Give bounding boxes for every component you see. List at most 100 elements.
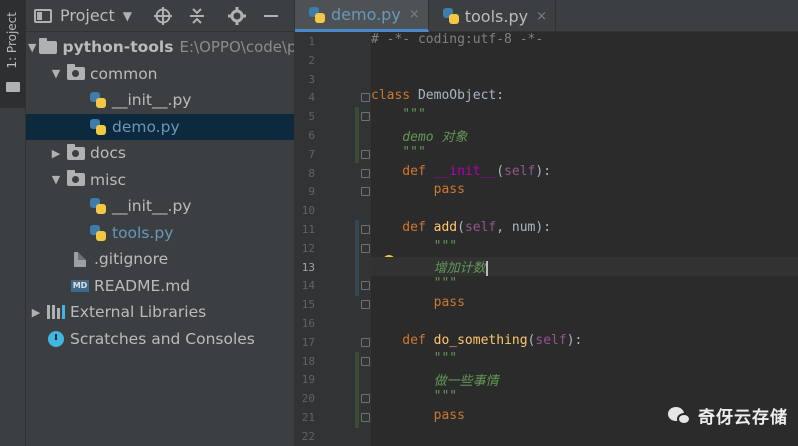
expanded-arrow-icon[interactable]: ▼ [48, 67, 64, 80]
fold-marker-icon[interactable] [361, 300, 370, 309]
collapsed-arrow-icon[interactable]: ▶ [48, 147, 64, 160]
code-area[interactable]: # -*- coding:utf-8 -*- class DemoObject:… [371, 32, 798, 446]
collapse-icon [189, 7, 204, 24]
fold-marker-icon[interactable] [361, 281, 370, 290]
project-view-selector[interactable]: Project [60, 6, 115, 25]
python-file-icon [309, 6, 325, 23]
line-number-gutter[interactable]: 1 2 3 4 5 6 7 8 9 10 11 12 13 14 15 16 1… [295, 32, 371, 446]
tab-tools-py[interactable]: tools.py × [429, 0, 556, 32]
paren-token: ): [535, 164, 552, 179]
fold-marker-icon[interactable] [361, 187, 370, 196]
code-line-14: """ [371, 276, 458, 291]
fold-marker-icon[interactable] [361, 225, 370, 234]
tab-demo-py[interactable]: demo.py × [295, 0, 429, 32]
code-line-11: def add(self, num): [371, 220, 551, 239]
close-icon[interactable]: × [536, 9, 547, 24]
code-line-9: pass [371, 182, 465, 197]
text-file-icon [74, 251, 86, 267]
code-line-5: """ [371, 107, 426, 122]
project-tool-tab-label: 1: Project [5, 12, 19, 69]
tree-item-python-tools[interactable]: ▼ python-tools E:\OPPO\code\p [26, 34, 294, 61]
project-view-icon [34, 8, 52, 23]
text-caret [485, 261, 488, 276]
tree-item-label: tools.py [112, 223, 174, 242]
markdown-file-icon: MD [71, 279, 89, 292]
editor-tabs: demo.py × tools.py × [295, 0, 798, 32]
tree-item-demo-py[interactable]: demo.py [26, 113, 294, 140]
fold-marker-icon[interactable] [361, 413, 370, 422]
hide-panel-button[interactable] [260, 5, 282, 27]
settings-button[interactable] [226, 5, 248, 27]
code-line-19: 做一些事情 [371, 374, 499, 389]
fold-marker-icon[interactable] [361, 93, 370, 102]
vcs-change-marker[interactable] [355, 107, 359, 163]
expanded-arrow-icon[interactable]: ▼ [48, 173, 64, 186]
library-icon [47, 305, 65, 320]
tree-item-label: __init__.py [112, 197, 192, 216]
code-line-20: """ [371, 389, 458, 404]
close-icon[interactable]: × [409, 7, 420, 22]
tree-item-label: misc [90, 170, 127, 189]
tree-item-label: Scratches and Consoles [70, 329, 255, 348]
project-tree: ▼ python-tools E:\OPPO\code\p ▼ common _… [26, 32, 294, 352]
code-line-17: def do_something(self): [371, 333, 582, 352]
fold-marker-icon[interactable] [361, 394, 370, 403]
folder-icon [39, 37, 58, 54]
line-number: 9 [308, 185, 315, 198]
line-number: 1 [308, 35, 315, 48]
tree-item-misc-init[interactable]: __init__.py [26, 193, 294, 220]
tree-item-label: python-tools [62, 38, 174, 57]
locate-file-button[interactable] [152, 5, 174, 27]
line-number: 11 [301, 223, 315, 236]
fold-marker-icon[interactable] [361, 150, 370, 159]
tree-item-common[interactable]: ▼ common [26, 61, 294, 88]
self-token: self [535, 333, 567, 348]
tree-item-external-libraries[interactable]: ▶ External Libraries [26, 299, 294, 326]
code-line-21: pass [371, 408, 465, 423]
tree-item-readme[interactable]: MD README.md [26, 273, 294, 300]
tree-item-label: docs [90, 144, 126, 163]
comment-token: # -*- coding:utf-8 -*- [371, 32, 544, 47]
line-number: 3 [308, 73, 315, 86]
keyword-token: def [371, 164, 426, 179]
folder-icon [6, 82, 20, 92]
keyword-token: def [371, 333, 426, 348]
editor-area: demo.py × tools.py × 1 2 3 4 5 6 7 8 9 1… [294, 0, 798, 446]
watermark-text: 奇伢云存储 [698, 408, 788, 428]
fold-marker-icon[interactable] [361, 112, 370, 121]
vcs-change-marker[interactable] [355, 352, 359, 428]
collapsed-arrow-icon[interactable]: ▶ [28, 306, 44, 319]
tree-item-label: demo.py [112, 117, 180, 136]
tool-window-strip: 1: Project [0, 0, 26, 446]
tree-item-misc[interactable]: ▼ misc [26, 167, 294, 194]
function-name-token: add [433, 220, 458, 235]
fold-marker-icon[interactable] [361, 169, 370, 178]
vcs-change-marker[interactable] [355, 220, 359, 296]
python-file-icon [90, 198, 106, 215]
fold-marker-icon[interactable] [361, 244, 370, 253]
line-number-current: 13 [301, 261, 315, 274]
chevron-down-icon[interactable]: ▼ [123, 9, 132, 23]
minimize-icon [263, 14, 278, 17]
line-number: 10 [301, 204, 315, 217]
tree-item-common-init[interactable]: __init__.py [26, 87, 294, 114]
expanded-arrow-icon[interactable]: ▼ [28, 41, 36, 54]
line-number: 20 [301, 392, 315, 405]
line-number: 5 [308, 110, 315, 123]
tree-item-docs[interactable]: ▶ docs [26, 140, 294, 167]
tree-item-label: README.md [94, 276, 191, 295]
collapse-all-button[interactable] [186, 5, 208, 27]
self-token: self [464, 220, 497, 235]
tree-item-label: External Libraries [70, 303, 207, 322]
gear-icon [227, 6, 246, 25]
tree-item-scratches[interactable]: Scratches and Consoles [26, 326, 294, 353]
fold-marker-icon[interactable] [361, 338, 370, 347]
function-name-token: do_something [433, 333, 528, 348]
tab-label: demo.py [331, 5, 401, 24]
line-number: 18 [301, 355, 315, 368]
project-tool-tab[interactable]: 1: Project [0, 0, 26, 108]
package-folder-icon [67, 64, 85, 81]
tree-item-tools-py[interactable]: tools.py [26, 220, 294, 247]
tree-item-gitignore[interactable]: .gitignore [26, 246, 294, 273]
fold-marker-icon[interactable] [361, 357, 370, 366]
